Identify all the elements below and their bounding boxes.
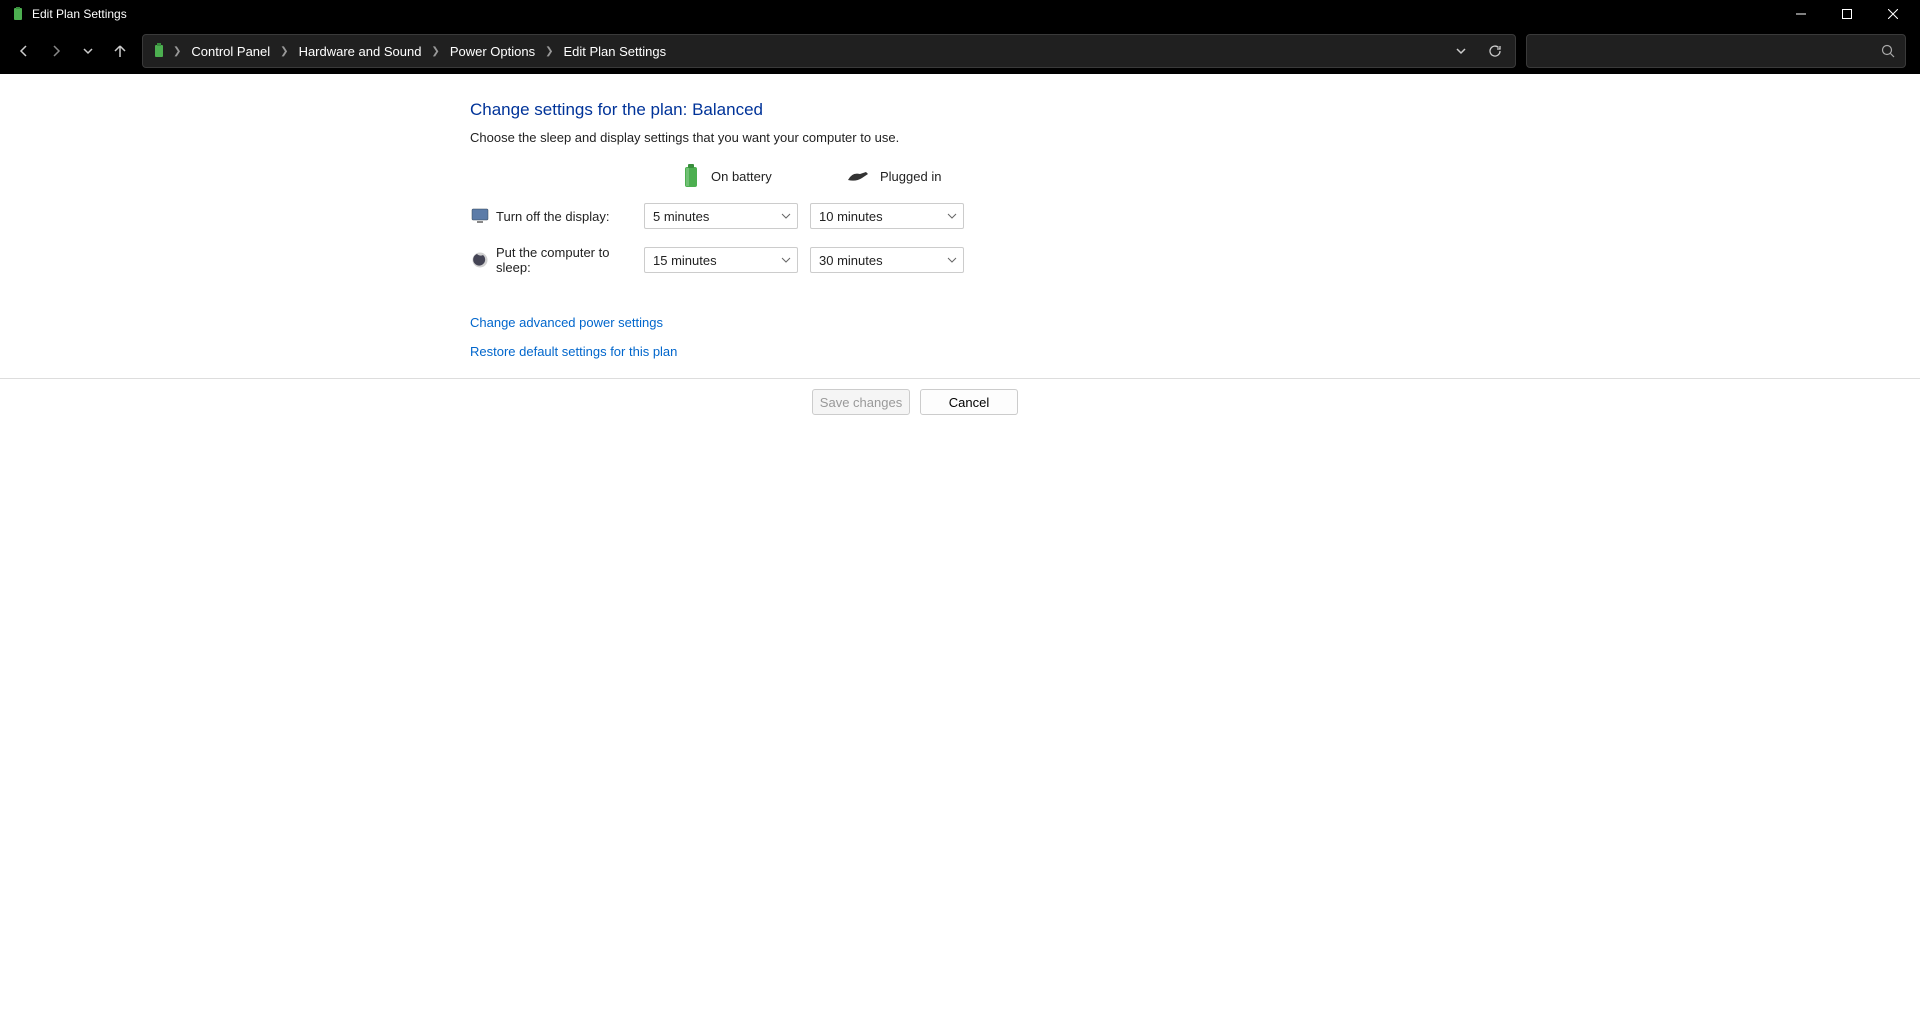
address-icon xyxy=(151,43,167,59)
dropdown-value: 30 minutes xyxy=(819,253,883,268)
maximize-button[interactable] xyxy=(1824,0,1870,28)
chevron-down-icon xyxy=(781,211,791,221)
save-button[interactable]: Save changes xyxy=(812,389,910,415)
column-label: Plugged in xyxy=(880,169,941,184)
column-plugged-in: Plugged in xyxy=(846,168,1011,184)
breadcrumb-item[interactable]: Power Options xyxy=(446,42,539,61)
column-on-battery: On battery xyxy=(681,163,846,189)
restore-defaults-link[interactable]: Restore default settings for this plan xyxy=(470,344,1450,359)
dropdown-value: 5 minutes xyxy=(653,209,709,224)
display-icon xyxy=(470,206,490,226)
breadcrumb-item[interactable]: Control Panel xyxy=(187,42,274,61)
chevron-down-icon xyxy=(947,255,957,265)
breadcrumb-item[interactable]: Edit Plan Settings xyxy=(559,42,670,61)
footer-bar: Save changes Cancel xyxy=(0,378,1920,425)
breadcrumb-separator: ❯ xyxy=(169,46,185,57)
row-turn-off-display: Turn off the display: 5 minutes 10 minut… xyxy=(470,203,1450,229)
chevron-down-icon xyxy=(781,255,791,265)
search-input[interactable] xyxy=(1526,34,1906,68)
plug-icon xyxy=(846,168,870,184)
app-icon xyxy=(10,6,26,22)
dropdown-value: 10 minutes xyxy=(819,209,883,224)
content-area: Change settings for the plan: Balanced C… xyxy=(0,74,1920,373)
recent-dropdown-button[interactable] xyxy=(72,35,104,67)
row-sleep: Put the computer to sleep: 15 minutes 30… xyxy=(470,245,1450,275)
chevron-down-icon xyxy=(947,211,957,221)
navbar: ❯ Control Panel ❯ Hardware and Sound ❯ P… xyxy=(0,28,1920,74)
window-title: Edit Plan Settings xyxy=(32,7,127,21)
titlebar: Edit Plan Settings xyxy=(0,0,1920,28)
close-button[interactable] xyxy=(1870,0,1916,28)
sleep-plugged-dropdown[interactable]: 30 minutes xyxy=(810,247,964,273)
breadcrumb-separator: ❯ xyxy=(427,46,443,57)
cancel-button[interactable]: Cancel xyxy=(920,389,1018,415)
display-battery-dropdown[interactable]: 5 minutes xyxy=(644,203,798,229)
refresh-button[interactable] xyxy=(1483,39,1507,63)
search-icon xyxy=(1881,44,1895,58)
battery-icon xyxy=(681,163,701,189)
column-label: On battery xyxy=(711,169,772,184)
breadcrumb-item[interactable]: Hardware and Sound xyxy=(295,42,426,61)
row-label: Put the computer to sleep: xyxy=(496,245,644,275)
sleep-icon xyxy=(470,250,490,270)
address-bar[interactable]: ❯ Control Panel ❯ Hardware and Sound ❯ P… xyxy=(142,34,1516,68)
forward-button[interactable] xyxy=(40,35,72,67)
address-dropdown-button[interactable] xyxy=(1449,39,1473,63)
display-plugged-dropdown[interactable]: 10 minutes xyxy=(810,203,964,229)
page-heading: Change settings for the plan: Balanced xyxy=(470,100,1450,120)
column-headers: On battery Plugged in xyxy=(470,163,1450,189)
links-section: Change advanced power settings Restore d… xyxy=(470,315,1450,359)
breadcrumb-separator: ❯ xyxy=(541,46,557,57)
advanced-settings-link[interactable]: Change advanced power settings xyxy=(470,315,1450,330)
breadcrumb-separator: ❯ xyxy=(276,46,292,57)
minimize-button[interactable] xyxy=(1778,0,1824,28)
up-button[interactable] xyxy=(104,35,136,67)
row-label: Turn off the display: xyxy=(496,209,644,224)
sleep-battery-dropdown[interactable]: 15 minutes xyxy=(644,247,798,273)
page-subtext: Choose the sleep and display settings th… xyxy=(470,130,1450,145)
back-button[interactable] xyxy=(8,35,40,67)
dropdown-value: 15 minutes xyxy=(653,253,717,268)
